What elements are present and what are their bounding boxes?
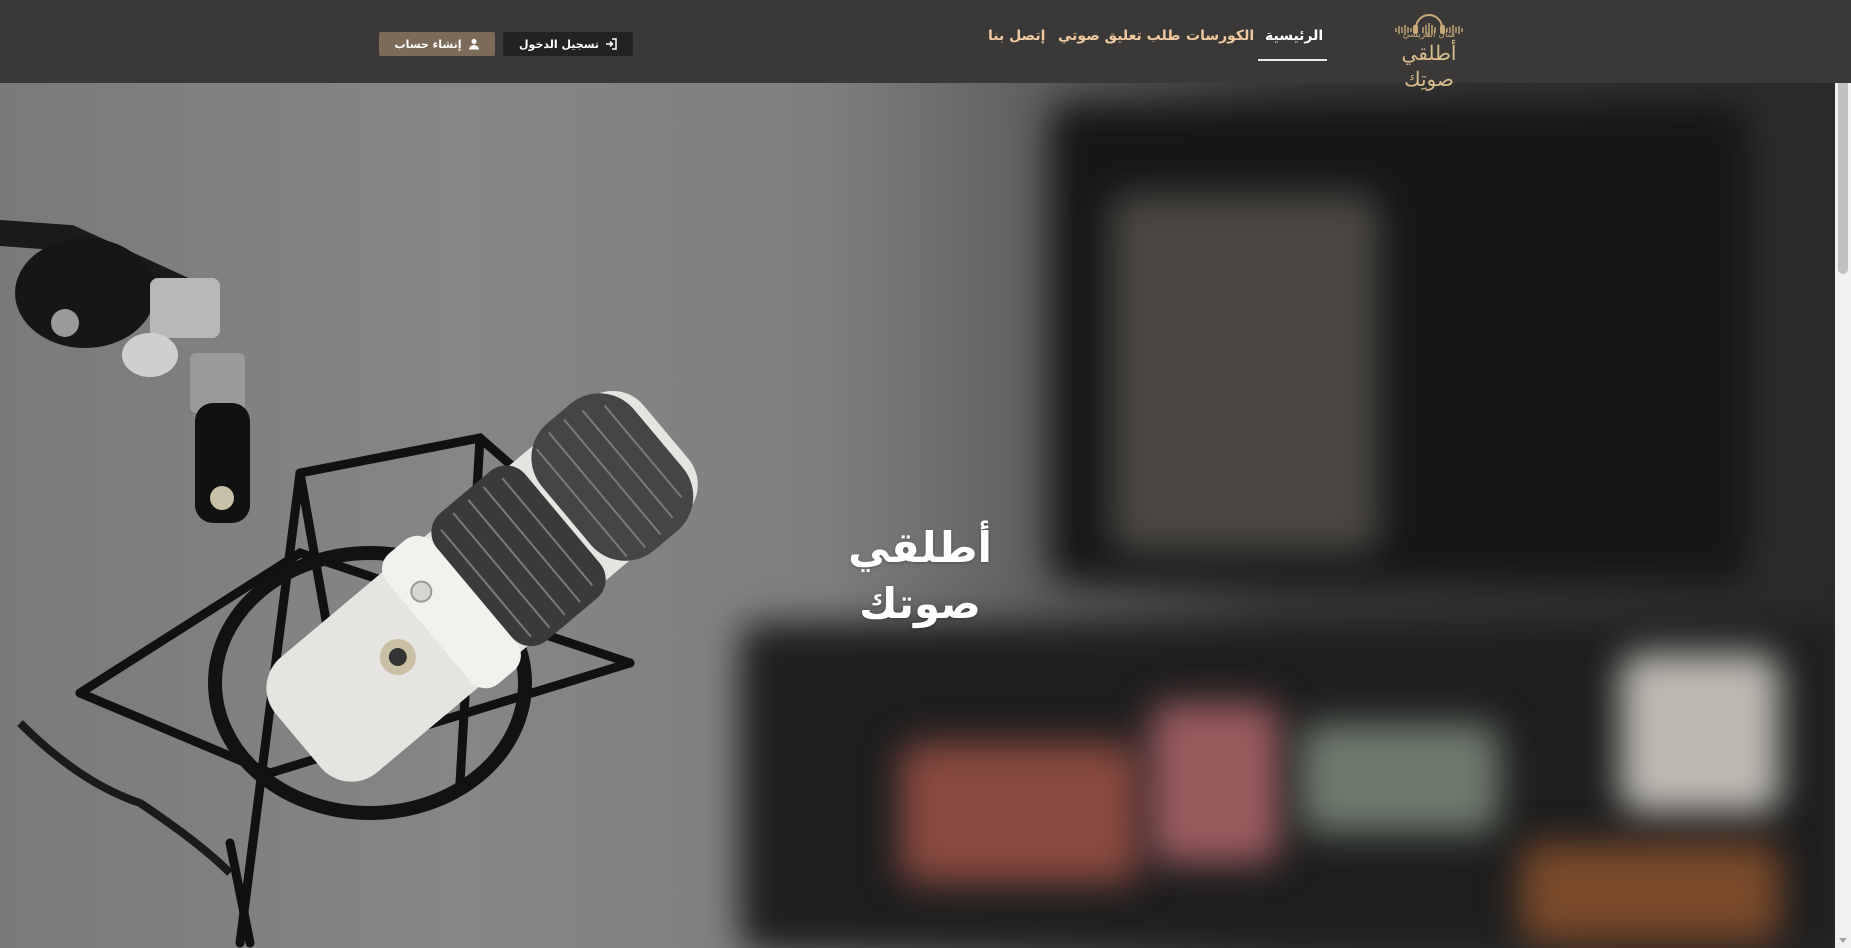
register-button-label: إنشاء حساب: [394, 37, 462, 51]
nav-item-voiceover-request[interactable]: طلب تعليق صوتي: [1058, 27, 1180, 45]
user-icon: [468, 39, 479, 50]
login-button[interactable]: تسجيل الدخول: [503, 32, 633, 56]
login-button-label: تسجيل الدخول: [519, 37, 600, 51]
site-logo[interactable]: منال القريشي أطلقي صوتِك: [1374, 8, 1484, 91]
nav-active-underline: [1258, 59, 1327, 61]
register-button[interactable]: إنشاء حساب: [379, 32, 495, 56]
background-books-orange: [1520, 843, 1780, 943]
nav-item-contact[interactable]: إتصل بنا: [988, 27, 1045, 45]
page: منال القريشي أطلقي صوتِك الرئيسية الكورس…: [0, 0, 1851, 948]
site-header: منال القريشي أطلقي صوتِك الرئيسية الكورس…: [0, 0, 1851, 91]
sign-in-icon: [606, 38, 617, 50]
page-scrollbar[interactable]: [1835, 0, 1851, 948]
microphone-on-stand-photo: [0, 220, 698, 948]
background-books-pink: [1150, 703, 1280, 863]
nav-item-home[interactable]: الرئيسية: [1265, 27, 1323, 45]
background-books-white: [1620, 653, 1780, 813]
logo-subtitle: منال القريشي: [1402, 30, 1456, 40]
background-books-red: [900, 743, 1140, 883]
background-books-light: [1300, 723, 1500, 833]
background-cabinet: [1110, 193, 1380, 553]
scroll-down-arrow-icon[interactable]: [1839, 938, 1847, 943]
logo-title: أطلقي صوتِك: [1401, 41, 1457, 91]
nav-item-courses[interactable]: الكورسات: [1186, 27, 1254, 45]
hero-section: أطلقي صوتك: [0, 83, 1835, 948]
hero-title: أطلقي صوتك: [848, 523, 992, 628]
